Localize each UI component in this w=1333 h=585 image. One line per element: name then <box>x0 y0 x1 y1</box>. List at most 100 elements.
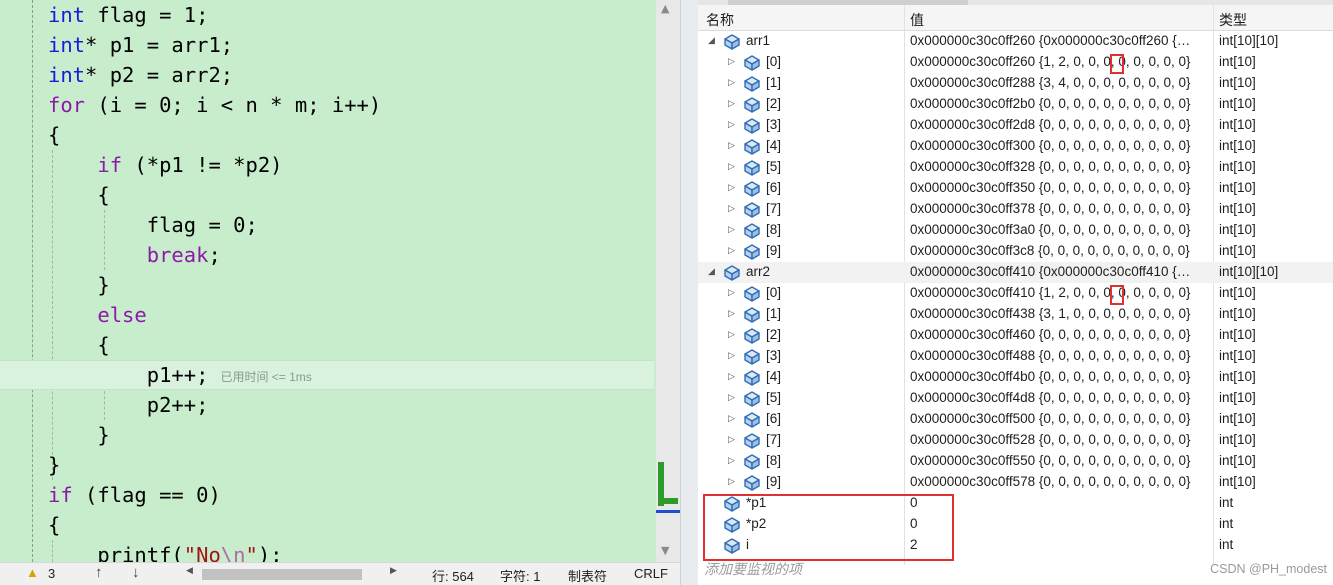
scroll-right-arrow-icon[interactable]: ▶ <box>390 565 397 576</box>
watch-name[interactable]: [7] <box>766 432 781 447</box>
watch-value[interactable]: 0x000000c30c0ff378 {0, 0, 0, 0, 0, 0, 0,… <box>910 201 1190 216</box>
watch-row[interactable]: ▷ [5] 0x000000c30c0ff328 {0, 0, 0, 0, 0, 0… <box>698 157 1333 178</box>
watch-value[interactable]: 0x000000c30c0ff550 {0, 0, 0, 0, 0, 0, 0,… <box>910 453 1190 468</box>
scroll-left-arrow-icon[interactable]: ◀ <box>186 565 193 576</box>
expand-arrow-icon[interactable]: ▷ <box>728 308 735 319</box>
expand-arrow-icon[interactable]: ▷ <box>728 98 735 109</box>
expand-arrow-icon[interactable]: ▷ <box>728 182 735 193</box>
watch-name[interactable]: arr2 <box>746 264 770 279</box>
editor-vertical-scrollbar[interactable]: ▲ ▼ <box>656 0 680 562</box>
watch-name[interactable]: [6] <box>766 411 781 426</box>
watch-name[interactable]: [7] <box>766 201 781 216</box>
watch-name[interactable]: [0] <box>766 285 781 300</box>
watch-value[interactable]: 0x000000c30c0ff3c8 {0, 0, 0, 0, 0, 0, 0,… <box>910 243 1190 258</box>
expand-arrow-icon[interactable]: ▷ <box>728 203 735 214</box>
watch-value[interactable]: 0x000000c30c0ff4b0 {0, 0, 0, 0, 0, 0, 0,… <box>910 369 1190 384</box>
line-ending[interactable]: CRLF <box>634 566 668 581</box>
watch-value[interactable]: 0x000000c30c0ff410 {1, 2, 0, 0, 0, 0, 0,… <box>910 285 1190 300</box>
expand-arrow-icon[interactable]: ▷ <box>728 455 735 466</box>
watch-row[interactable]: ▷ [9] 0x000000c30c0ff3c8 {0, 0, 0, 0, 0, 0… <box>698 241 1333 262</box>
expand-arrow-icon[interactable]: ▷ <box>728 371 735 382</box>
collapse-arrow-icon[interactable]: ◢ <box>708 266 715 277</box>
warning-count[interactable]: 3 <box>48 566 55 581</box>
expand-arrow-icon[interactable]: ▷ <box>728 56 735 67</box>
watch-row[interactable]: ▷ [7] 0x000000c30c0ff528 {0, 0, 0, 0, 0, 0… <box>698 430 1333 451</box>
expand-arrow-icon[interactable]: ▷ <box>728 434 735 445</box>
expand-arrow-icon[interactable]: ▷ <box>728 287 735 298</box>
watch-value[interactable]: 0x000000c30c0ff288 {3, 4, 0, 0, 0, 0, 0,… <box>910 75 1190 90</box>
code-line[interactable]: p2++; <box>48 390 209 420</box>
watch-name[interactable]: [9] <box>766 474 781 489</box>
expand-arrow-icon[interactable]: ▷ <box>728 245 735 256</box>
watch-name[interactable]: [5] <box>766 159 781 174</box>
expand-arrow-icon[interactable]: ▷ <box>728 119 735 130</box>
add-watch-placeholder[interactable]: 添加要监视的项 <box>704 559 802 579</box>
watch-row[interactable]: ▷ [4] 0x000000c30c0ff4b0 {0, 0, 0, 0, 0, 0… <box>698 367 1333 388</box>
code-line[interactable]: { <box>48 120 60 150</box>
watch-row[interactable]: ▷ [3] 0x000000c30c0ff488 {0, 0, 0, 0, 0, 0… <box>698 346 1333 367</box>
code-line[interactable]: p1++; 已用时间 <= 1ms <box>48 360 312 390</box>
watch-row[interactable]: ▷ [2] 0x000000c30c0ff2b0 {0, 0, 0, 0, 0, 0… <box>698 94 1333 115</box>
code-line[interactable]: break; <box>48 240 221 270</box>
editor-horizontal-scrollbar[interactable]: ◀ ▶ <box>172 565 402 580</box>
expand-arrow-icon[interactable]: ▷ <box>728 350 735 361</box>
watch-value[interactable]: 0x000000c30c0ff488 {0, 0, 0, 0, 0, 0, 0,… <box>910 348 1190 363</box>
expand-arrow-icon[interactable]: ▷ <box>728 329 735 340</box>
watch-row[interactable]: ▷ [7] 0x000000c30c0ff378 {0, 0, 0, 0, 0, 0… <box>698 199 1333 220</box>
panel-splitter[interactable] <box>680 0 698 585</box>
watch-row[interactable]: ▷ [8] 0x000000c30c0ff3a0 {0, 0, 0, 0, 0, 0… <box>698 220 1333 241</box>
watch-value[interactable]: 0x000000c30c0ff460 {0, 0, 0, 0, 0, 0, 0,… <box>910 327 1190 342</box>
code-line[interactable]: } <box>48 270 109 300</box>
code-line[interactable]: if (*p1 != *p2) <box>48 150 282 180</box>
watch-row[interactable]: ▷ [1] 0x000000c30c0ff288 {3, 4, 0, 0, 0, 0… <box>698 73 1333 94</box>
collapse-arrow-icon[interactable]: ◢ <box>708 35 715 46</box>
watch-row[interactable]: ▷ [0] 0x000000c30c0ff260 {1, 2, 0, 0, 0, 0… <box>698 52 1333 73</box>
watch-value[interactable]: 0x000000c30c0ff2b0 {0, 0, 0, 0, 0, 0, 0,… <box>910 96 1190 111</box>
watch-value[interactable]: 0x000000c30c0ff4d8 {0, 0, 0, 0, 0, 0, 0,… <box>910 390 1190 405</box>
watch-value[interactable]: 0x000000c30c0ff260 {1, 2, 0, 0, 0, 0, 0,… <box>910 54 1190 69</box>
column-header-value[interactable]: 值 <box>910 10 924 30</box>
code-line[interactable]: flag = 0; <box>48 210 258 240</box>
code-line[interactable]: for (i = 0; i < n * m; i++) <box>48 90 381 120</box>
watch-row[interactable]: ▷ [6] 0x000000c30c0ff350 {0, 0, 0, 0, 0, 0… <box>698 178 1333 199</box>
watch-row[interactable]: ▷ [2] 0x000000c30c0ff460 {0, 0, 0, 0, 0, 0… <box>698 325 1333 346</box>
watch-row[interactable]: ▷ [4] 0x000000c30c0ff300 {0, 0, 0, 0, 0, 0… <box>698 136 1333 157</box>
code-line[interactable]: printf("No\n"); <box>48 540 282 562</box>
watch-value[interactable]: 0x000000c30c0ff528 {0, 0, 0, 0, 0, 0, 0,… <box>910 432 1190 447</box>
watch-name[interactable]: [9] <box>766 243 781 258</box>
column-header-type[interactable]: 类型 <box>1219 10 1247 30</box>
code-line[interactable]: int* p1 = arr1; <box>48 30 233 60</box>
horizontal-scroll-thumb[interactable] <box>202 569 362 580</box>
expand-arrow-icon[interactable]: ▷ <box>728 476 735 487</box>
code-line[interactable]: } <box>48 450 60 480</box>
code-line[interactable]: else <box>48 300 146 330</box>
code-line[interactable]: { <box>48 510 60 540</box>
code-line[interactable]: } <box>48 420 109 450</box>
watch-row[interactable]: ◢ arr2 0x000000c30c0ff410 {0x000000c30c0ff… <box>698 262 1333 283</box>
watch-name[interactable]: [8] <box>766 222 781 237</box>
watch-value[interactable]: 0x000000c30c0ff500 {0, 0, 0, 0, 0, 0, 0,… <box>910 411 1190 426</box>
watch-row[interactable]: ▷ [5] 0x000000c30c0ff4d8 {0, 0, 0, 0, 0, 0… <box>698 388 1333 409</box>
watch-name[interactable]: [2] <box>766 327 781 342</box>
watch-name[interactable]: [1] <box>766 306 781 321</box>
watch-row[interactable]: ▷ [9] 0x000000c30c0ff578 {0, 0, 0, 0, 0, 0… <box>698 472 1333 493</box>
expand-arrow-icon[interactable]: ▷ <box>728 413 735 424</box>
warning-icon[interactable]: ▲ <box>26 565 39 580</box>
watch-name[interactable]: [5] <box>766 390 781 405</box>
code-line[interactable]: { <box>48 180 109 210</box>
watch-row[interactable]: ▷ [3] 0x000000c30c0ff2d8 {0, 0, 0, 0, 0, 0… <box>698 115 1333 136</box>
watch-name[interactable]: arr1 <box>746 33 770 48</box>
watch-row[interactable]: ▷ [8] 0x000000c30c0ff550 {0, 0, 0, 0, 0, 0… <box>698 451 1333 472</box>
watch-value[interactable]: 0x000000c30c0ff410 {0x000000c30c0ff410 {… <box>910 264 1190 279</box>
watch-row[interactable]: ▷ [1] 0x000000c30c0ff438 {3, 1, 0, 0, 0, 0… <box>698 304 1333 325</box>
cursor-char[interactable]: 字符: 1 <box>500 566 540 585</box>
watch-value[interactable]: 0x000000c30c0ff438 {3, 1, 0, 0, 0, 0, 0,… <box>910 306 1190 321</box>
expand-arrow-icon[interactable]: ▷ <box>728 77 735 88</box>
code-line[interactable]: if (flag == 0) <box>48 480 221 510</box>
watch-value[interactable]: 0x000000c30c0ff260 {0x000000c30c0ff260 {… <box>910 33 1190 48</box>
watch-row[interactable]: ▷ [0] 0x000000c30c0ff410 {1, 2, 0, 0, 0, 0… <box>698 283 1333 304</box>
code-line[interactable]: { <box>48 330 109 360</box>
watch-name[interactable]: [1] <box>766 75 781 90</box>
code-line[interactable]: int* p2 = arr2; <box>48 60 233 90</box>
watch-name[interactable]: [2] <box>766 96 781 111</box>
